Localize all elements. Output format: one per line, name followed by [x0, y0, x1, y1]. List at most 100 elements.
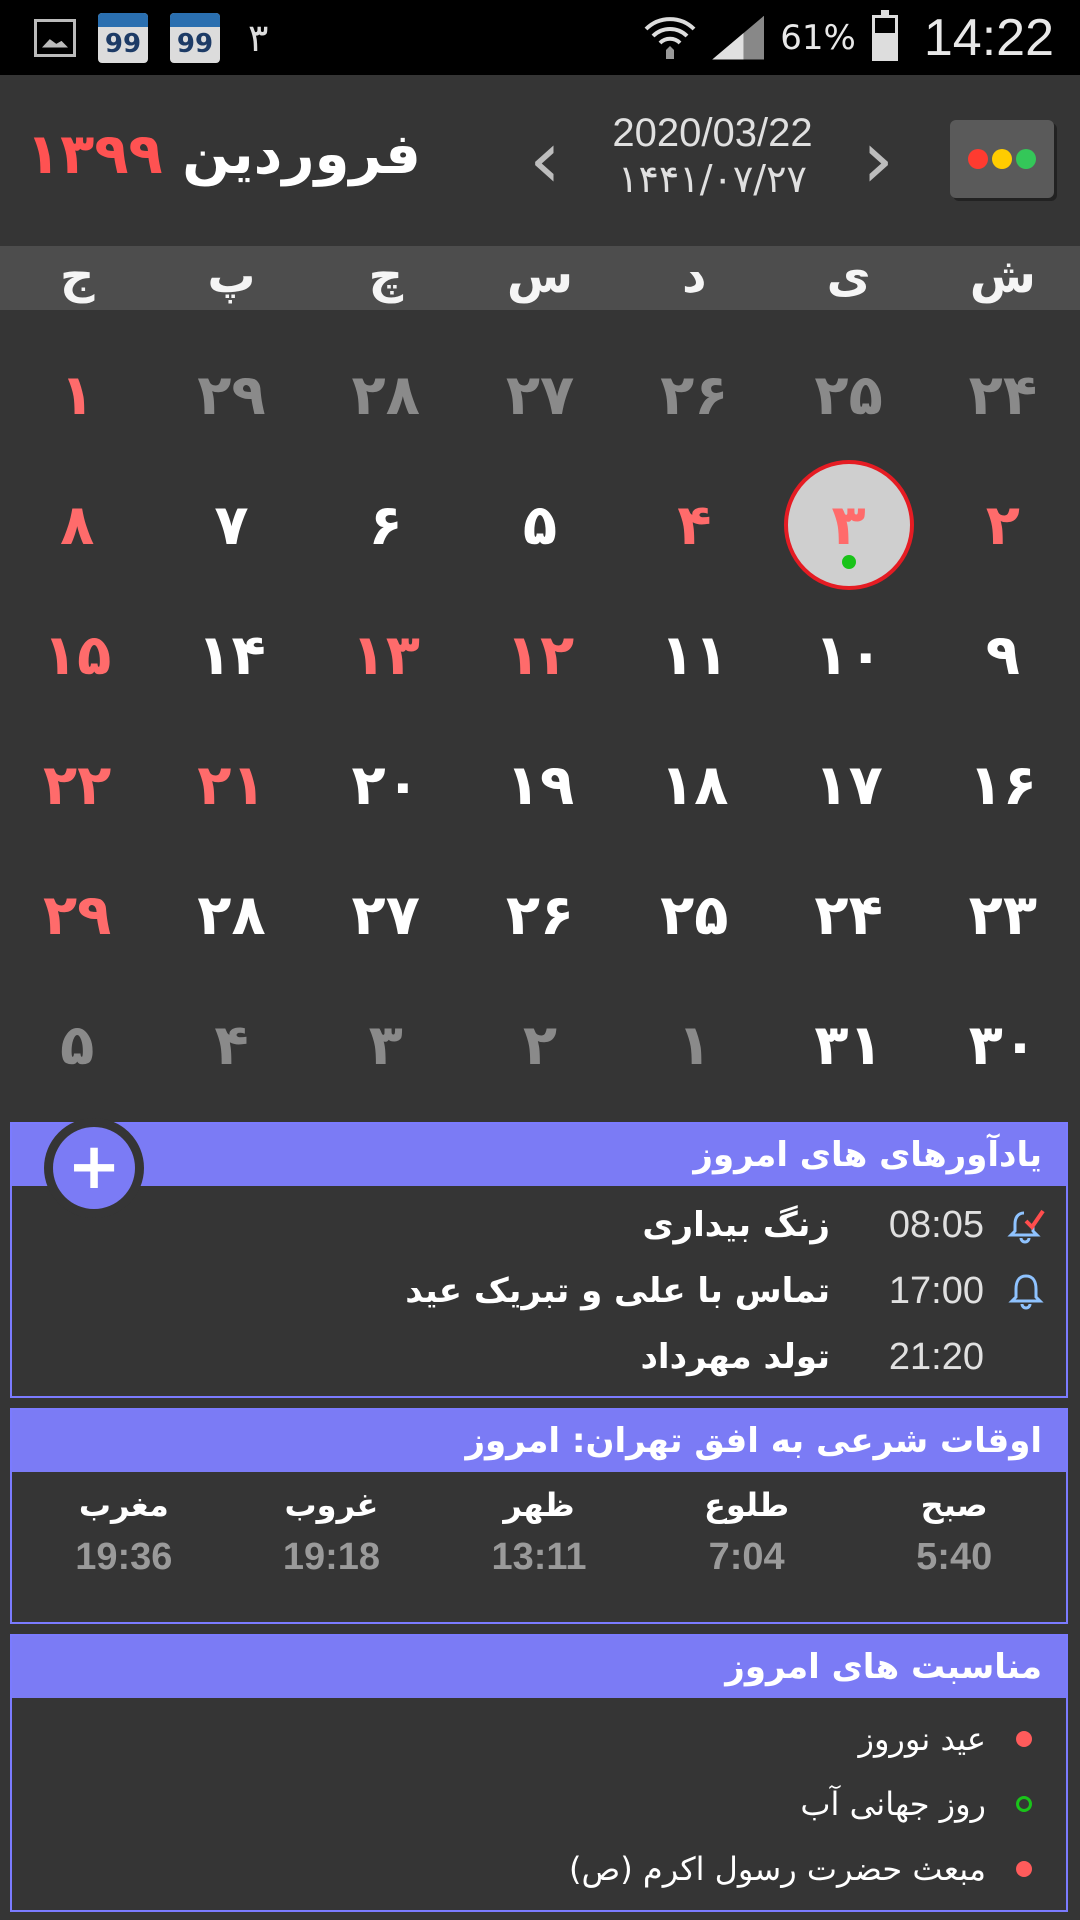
add-reminder-button[interactable]: + — [44, 1118, 144, 1218]
day-cell[interactable]: ۶ — [309, 460, 463, 590]
day-number: ۱۵ — [42, 622, 112, 688]
weekday-label: د — [681, 248, 707, 304]
prev-month-button[interactable]: ‹ — [515, 120, 575, 200]
hijri-date: ۱۴۴۱/۰۷/۲۷ — [618, 157, 807, 201]
day-cell[interactable]: ۲۵ — [771, 330, 925, 460]
day-cell[interactable]: ۲۸ — [154, 850, 308, 980]
calendar-app-icon: 99 — [170, 12, 220, 63]
day-cell[interactable]: ۴ — [617, 460, 771, 590]
day-number: ۲۵ — [660, 882, 729, 948]
day-number: ۱۰ — [814, 622, 883, 688]
menu-dot-icon — [992, 149, 1012, 169]
day-cell[interactable]: ۱۰ — [771, 590, 925, 720]
day-number: ۵ — [522, 492, 558, 558]
day-number: ۱۱ — [660, 622, 729, 688]
day-number: ۲۳ — [968, 882, 1038, 948]
alarm-check-icon — [1006, 1205, 1046, 1245]
day-cell[interactable]: ۱۳ — [309, 590, 463, 720]
day-number: ۱۴ — [197, 622, 266, 688]
day-number: ۷ — [214, 492, 249, 558]
day-cell[interactable]: ۱۲ — [463, 590, 617, 720]
reminder-time: 08:05 — [888, 1203, 984, 1246]
occasion-item: عید نوروز — [12, 1706, 1066, 1771]
day-number: ۲۲ — [42, 752, 112, 818]
day-cell[interactable]: ۳۱ — [771, 980, 925, 1110]
day-cell[interactable]: ۱۶ — [926, 720, 1080, 850]
day-cell[interactable]: ۱ — [0, 330, 154, 460]
next-month-button[interactable]: › — [848, 120, 908, 200]
reminder-item[interactable]: 21:20 تولد مهرداد — [12, 1324, 1066, 1390]
prayer-label: غروب — [284, 1486, 379, 1524]
day-number: ۱۷ — [814, 752, 883, 818]
reminder-time: 17:00 — [888, 1269, 984, 1312]
day-number: ۳ — [368, 1012, 403, 1078]
day-number: ۲۵ — [814, 362, 883, 428]
occasion-text: روز جهانی آب — [800, 1784, 986, 1823]
day-number: ۲ — [522, 1012, 558, 1078]
day-number: ۲۹ — [197, 362, 266, 428]
day-cell[interactable]: ۲۵ — [617, 850, 771, 980]
day-cell[interactable]: ۱ — [617, 980, 771, 1110]
day-number: ۲ — [985, 492, 1020, 558]
day-cell[interactable]: ۲۷ — [463, 330, 617, 460]
day-cell[interactable]: ۲ — [463, 980, 617, 1110]
weekday-label: چ — [368, 248, 404, 304]
day-cell[interactable]: ۲ — [926, 460, 1080, 590]
day-cell[interactable]: ۳۰ — [926, 980, 1080, 1110]
system-status: 61% 14:22 — [644, 0, 1054, 75]
menu-dot-icon — [1016, 149, 1036, 169]
day-number: ۴ — [214, 1012, 249, 1078]
day-cell[interactable]: ۳ — [309, 980, 463, 1110]
day-cell-today[interactable]: ۳ — [771, 460, 925, 590]
day-number: ۲۸ — [197, 882, 266, 948]
battery-percent: 61% — [780, 17, 856, 58]
reminder-item[interactable]: 17:00 تماس با علی و تبریک عید — [12, 1258, 1066, 1324]
prayer-label: طلوع — [704, 1486, 790, 1524]
reminders-panel: یادآورهای های امروز + 08:05 زنگ بیداری 17:… — [10, 1118, 1068, 1398]
day-cell[interactable]: ۱۵ — [0, 590, 154, 720]
day-cell[interactable]: ۷ — [154, 460, 308, 590]
day-cell[interactable]: ۸ — [0, 460, 154, 590]
day-cell[interactable]: ۲۰ — [309, 720, 463, 850]
day-cell[interactable]: ۲۳ — [926, 850, 1080, 980]
clock: 14:22 — [923, 8, 1054, 67]
day-number: ۱۶ — [968, 752, 1038, 818]
prayer-label: ظهر — [503, 1486, 575, 1524]
day-cell[interactable]: ۲۲ — [0, 720, 154, 850]
day-cell[interactable]: ۲۶ — [463, 850, 617, 980]
day-number: ۲۷ — [351, 882, 420, 948]
day-cell[interactable]: ۲۷ — [309, 850, 463, 980]
date-display: 2020/03/22 ۱۴۴۱/۰۷/۲۷ — [600, 110, 825, 202]
day-cell[interactable]: ۲۹ — [154, 330, 308, 460]
day-cell[interactable]: ۲۴ — [771, 850, 925, 980]
day-cell[interactable]: ۲۹ — [0, 850, 154, 980]
day-number: ۹ — [985, 622, 1020, 688]
day-cell[interactable]: ۱۱ — [617, 590, 771, 720]
day-cell[interactable]: ۲۶ — [617, 330, 771, 460]
day-cell[interactable]: ۱۸ — [617, 720, 771, 850]
day-number: ۵ — [60, 1012, 95, 1078]
menu-button[interactable] — [950, 120, 1054, 198]
day-cell[interactable]: ۵ — [0, 980, 154, 1110]
day-cell[interactable]: ۲۱ — [154, 720, 308, 850]
day-cell[interactable]: ۱۷ — [771, 720, 925, 850]
day-number: ۲۴ — [968, 362, 1038, 428]
prayer-time-item: صبح 5:40 — [850, 1472, 1058, 1579]
month-year-title[interactable]: فروردین ۱۳۹۹ — [26, 122, 421, 187]
day-cell[interactable]: ۱۹ — [463, 720, 617, 850]
day-number: ۱۹ — [505, 752, 575, 818]
day-number: ۱ — [677, 1012, 712, 1078]
day-cell[interactable]: ۹ — [926, 590, 1080, 720]
day-cell[interactable]: ۵ — [463, 460, 617, 590]
reminder-time: 21:20 — [888, 1335, 984, 1378]
occasion-item: روز جهانی آب — [12, 1771, 1066, 1836]
prayer-time: 5:40 — [916, 1536, 993, 1578]
day-cell[interactable]: ۱۴ — [154, 590, 308, 720]
reminder-item[interactable]: 08:05 زنگ بیداری — [12, 1192, 1066, 1258]
day-cell[interactable]: ۴ — [154, 980, 308, 1110]
day-number: ۲۱ — [197, 752, 266, 818]
day-cell[interactable]: ۲۸ — [309, 330, 463, 460]
day-cell[interactable]: ۲۴ — [926, 330, 1080, 460]
day-number: ۲۷ — [505, 362, 575, 428]
prayer-times-title: اوقات شرعی به افق تهران: امروز — [12, 1410, 1066, 1472]
